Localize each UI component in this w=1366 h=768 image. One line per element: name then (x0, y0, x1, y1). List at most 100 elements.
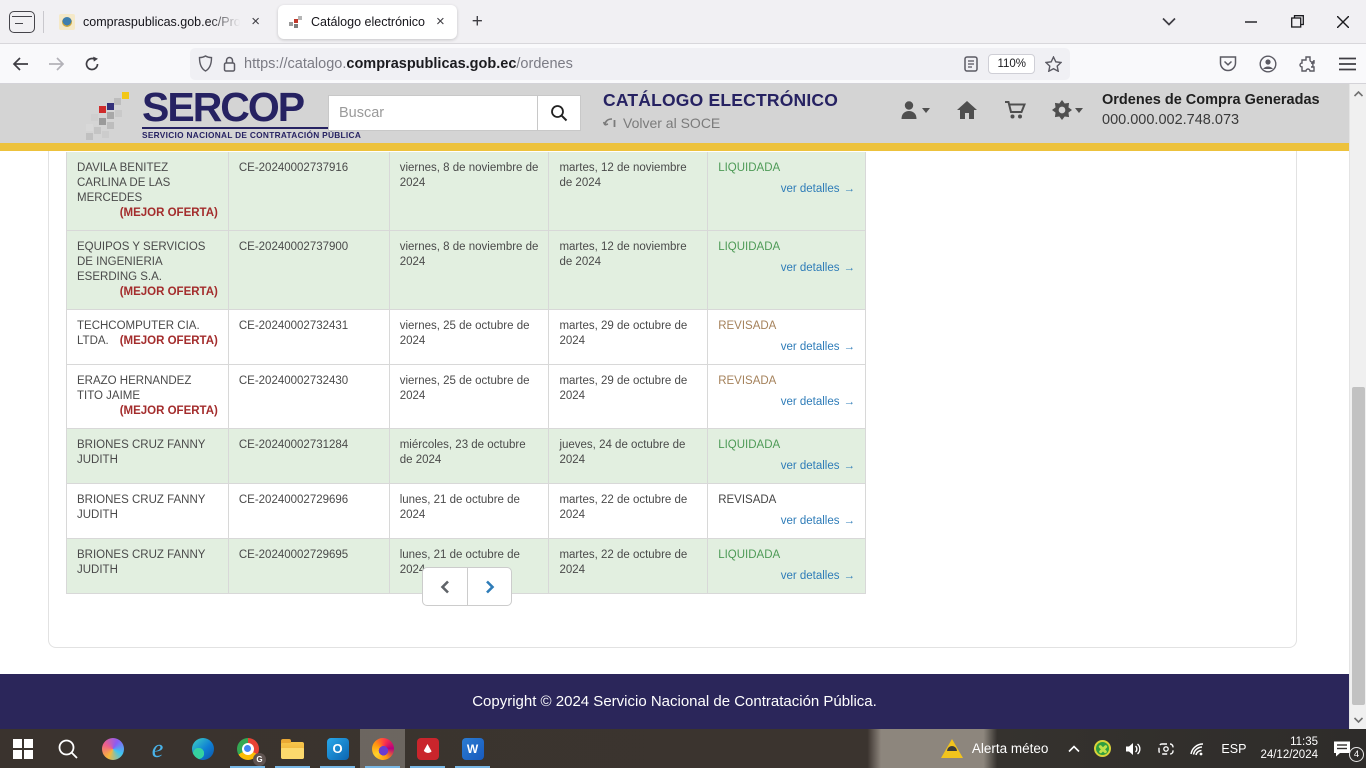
tray-chevron-up-icon[interactable] (1068, 745, 1080, 753)
table-row[interactable]: BRIONES CRUZ FANNY JUDITH CE-20240002731… (67, 429, 866, 484)
scroll-down-arrow[interactable] (1350, 712, 1366, 727)
outlook-button[interactable]: O (315, 729, 360, 768)
view-details-link[interactable]: ver detalles (781, 460, 840, 472)
reader-mode-icon[interactable] (964, 56, 978, 72)
back-to-soce-link[interactable]: Volver al SOCE (603, 115, 838, 131)
restore-button[interactable] (1274, 0, 1320, 44)
user-menu[interactable] (900, 100, 930, 120)
file-explorer-button[interactable] (270, 729, 315, 768)
forward-button[interactable] (40, 49, 72, 79)
antivirus-tray-icon[interactable] (1094, 740, 1111, 757)
order-date-finalized: martes, 12 de noviembre de 2024 (549, 152, 708, 231)
virtual-desktop-icon[interactable] (1157, 741, 1175, 757)
view-details-link[interactable]: ver detalles (781, 515, 840, 527)
reload-button[interactable] (76, 49, 108, 79)
search-button[interactable] (538, 95, 581, 131)
home-button[interactable] (956, 100, 978, 120)
page-viewport: SERCOP SERVICIO NACIONAL DE CONTRATACIÓN… (0, 84, 1349, 729)
table-row[interactable]: EQUIPOS Y SERVICIOS DE INGENIERIA ESERDI… (67, 231, 866, 310)
taskbar-clock[interactable]: 11:35 24/12/2024 (1260, 736, 1318, 762)
view-details-link[interactable]: ver detalles (781, 183, 840, 195)
view-details-link[interactable]: ver detalles (781, 396, 840, 408)
tab-compraspublicas[interactable]: compraspublicas.gob.ec/Proce × (50, 5, 272, 39)
volume-icon[interactable] (1125, 741, 1143, 757)
order-date-published: viernes, 8 de noviembre de 2024 (389, 231, 549, 310)
tab-catalogo-electronico[interactable]: Catálogo electrónico × (278, 5, 457, 39)
url-text[interactable]: https://catalogo.compraspublicas.gob.ec/… (244, 56, 964, 72)
site-header: SERCOP SERVICIO NACIONAL DE CONTRATACIÓN… (0, 84, 1349, 143)
internet-explorer-icon: e (152, 738, 164, 760)
taskbar-search-button[interactable] (45, 729, 90, 768)
view-details-link[interactable]: ver detalles (781, 262, 840, 274)
order-code: CE-20240002737900 (228, 231, 389, 310)
copyright-text: Copyright © 2024 Servicio Nacional de Co… (472, 693, 877, 710)
copilot-button[interactable] (90, 729, 135, 768)
start-button[interactable] (0, 729, 45, 768)
table-row[interactable]: BRIONES CRUZ FANNY JUDITH CE-20240002729… (67, 484, 866, 539)
wifi-icon[interactable] (1189, 741, 1207, 756)
url-bar[interactable]: https://catalogo.compraspublicas.gob.ec/… (190, 48, 1070, 80)
view-details-link[interactable]: ver detalles (781, 341, 840, 353)
orders-generated-value: 000.000.002.748.073 (1102, 112, 1320, 128)
scroll-up-arrow[interactable] (1350, 86, 1366, 101)
extensions-puzzle-icon[interactable] (1299, 55, 1317, 73)
close-tab-icon[interactable]: × (248, 12, 263, 31)
url-path: /ordenes (516, 56, 572, 72)
bookmark-star-icon[interactable] (1045, 56, 1062, 72)
return-arrow-icon (603, 117, 618, 130)
orders-table: DAVILA BENITEZ CARLINA DE LAS MERCEDES (… (66, 152, 866, 594)
language-indicator[interactable]: ESP (1221, 742, 1246, 756)
new-tab-button[interactable]: + (463, 9, 492, 35)
edge-button[interactable] (180, 729, 225, 768)
table-row[interactable]: DAVILA BENITEZ CARLINA DE LAS MERCEDES (… (67, 152, 866, 231)
arrow-right-icon: → (844, 515, 856, 527)
list-all-tabs-icon[interactable] (1162, 17, 1176, 26)
shield-icon[interactable] (198, 55, 213, 72)
status-badge: LIQUIDADA (718, 549, 780, 561)
tab-title: compraspublicas.gob.ec/Proce (83, 15, 240, 29)
firefox-button[interactable] (360, 729, 405, 768)
firefox-view-icon[interactable] (9, 11, 35, 33)
table-row[interactable]: TECHCOMPUTER CIA. LTDA. (MEJOR OFERTA) C… (67, 310, 866, 365)
orders-generated-label: Ordenes de Compra Generadas (1102, 92, 1320, 108)
zoom-level-indicator[interactable]: 110% (988, 54, 1035, 74)
copilot-icon (102, 738, 124, 760)
next-page-button[interactable] (467, 568, 511, 605)
order-code: CE-20240002737916 (228, 152, 389, 231)
arrow-right-icon: → (844, 570, 856, 582)
pocket-icon[interactable] (1219, 55, 1237, 72)
arrow-right-icon: → (844, 341, 856, 353)
orders-panel: DAVILA BENITEZ CARLINA DE LAS MERCEDES (… (48, 151, 1297, 648)
chrome-button[interactable]: G (225, 729, 270, 768)
navigation-toolbar: https://catalogo.compraspublicas.gob.ec/… (0, 44, 1366, 84)
action-center-button[interactable]: 4 (1332, 740, 1358, 758)
vertical-scrollbar[interactable] (1349, 84, 1366, 729)
user-icon (900, 100, 919, 120)
word-button[interactable]: W (450, 729, 495, 768)
order-date-finalized: martes, 12 de noviembre de 2024 (549, 231, 708, 310)
close-window-button[interactable] (1320, 0, 1366, 44)
account-icon[interactable] (1259, 55, 1277, 73)
acrobat-button[interactable] (405, 729, 450, 768)
search-input[interactable] (328, 95, 538, 131)
scrollbar-thumb[interactable] (1352, 387, 1365, 705)
search-icon (550, 104, 568, 122)
lock-icon[interactable] (223, 56, 236, 72)
back-button[interactable] (4, 49, 36, 79)
table-row[interactable]: ERAZO HERNANDEZ TITO JAIME (MEJOR OFERTA… (67, 365, 866, 429)
gold-divider (0, 143, 1349, 151)
view-details-link[interactable]: ver detalles (781, 570, 840, 582)
previous-page-button[interactable] (423, 568, 467, 605)
settings-menu[interactable] (1052, 100, 1083, 120)
order-date-published: viernes, 25 de octubre de 2024 (389, 365, 549, 429)
best-offer-badge: (MEJOR OFERTA) (120, 285, 218, 300)
close-tab-icon[interactable]: × (433, 12, 448, 31)
minimize-button[interactable] (1228, 0, 1274, 44)
windows-taskbar: e G O W Alerta méteo ESP (0, 729, 1366, 768)
cart-button[interactable] (1004, 100, 1026, 120)
menu-hamburger-icon[interactable] (1339, 57, 1356, 71)
internet-explorer-button[interactable]: e (135, 729, 180, 768)
sercop-logo[interactable]: SERCOP SERVICIO NACIONAL DE CONTRATACIÓN… (86, 88, 361, 140)
order-code: CE-20240002732430 (228, 365, 389, 429)
weather-alert-widget[interactable]: Alerta méteo (935, 739, 1055, 758)
